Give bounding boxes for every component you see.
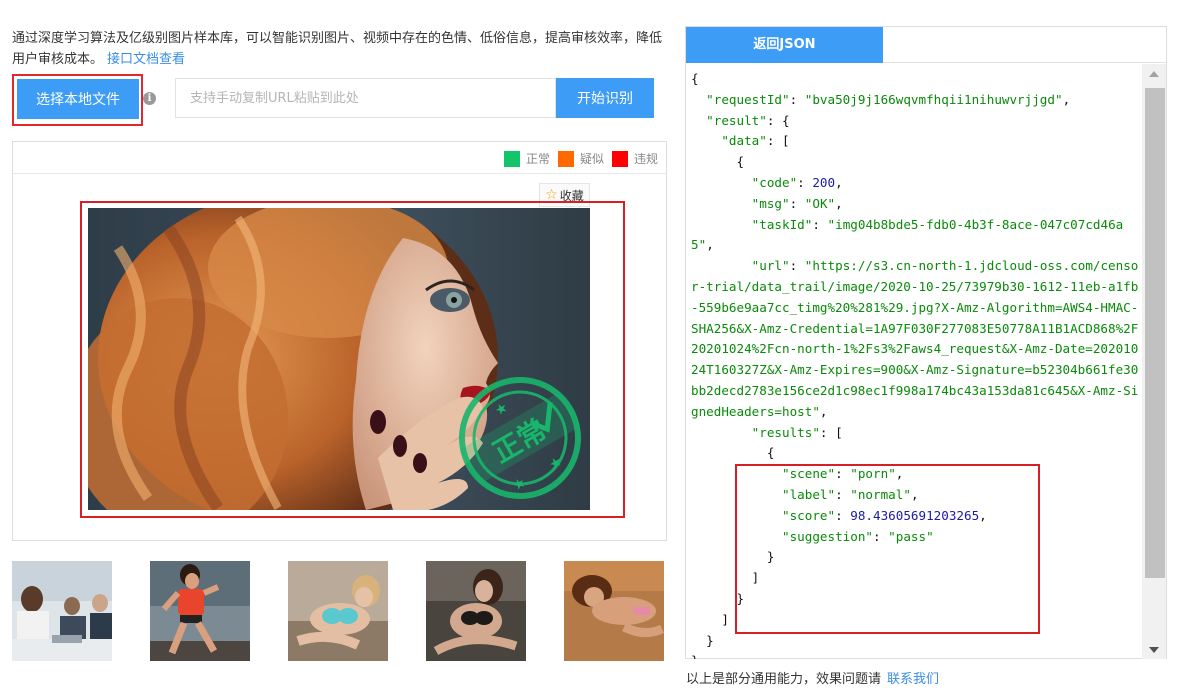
upload-row: 选择本地文件 i 开始识别 — [12, 74, 666, 126]
info-icon[interactable]: i — [143, 92, 156, 105]
legend-label-normal: 正常 — [525, 152, 550, 166]
thumbnail-lace[interactable] — [426, 561, 526, 661]
sand-woman-thumb — [564, 561, 664, 661]
scene-value: porn — [857, 466, 889, 482]
request-id-value: bva50j9j166wqvmfhqii1nihuwvrjjgd — [812, 91, 1055, 107]
tab-return-json[interactable]: 返回JSON — [686, 27, 883, 63]
label-value: normal — [857, 486, 904, 502]
lingerie-woman-thumb — [288, 561, 388, 661]
legend-swatch-suspect — [557, 150, 574, 167]
thumbnail-runner[interactable] — [150, 561, 250, 661]
json-scrollbar[interactable] — [1142, 64, 1166, 659]
footer-note: 以上是部分通用能力，效果问题请 联系我们 — [686, 668, 939, 687]
sample-thumbnails — [12, 561, 666, 661]
footer-text: 以上是部分通用能力，效果问题请 — [686, 672, 882, 687]
msg-value: OK — [812, 195, 828, 211]
scroll-up-arrow-icon[interactable] — [1142, 64, 1166, 82]
thumbnail-lingerie[interactable] — [288, 561, 388, 661]
json-tab-bar: 返回JSON — [686, 27, 1166, 63]
legend-swatch-normal — [503, 150, 520, 167]
result-image-frame: 正常 ★ ★ ★ — [80, 201, 625, 518]
url-value: https://s3.cn-north-1.jdcloud-oss.com/ce… — [691, 258, 1139, 419]
start-recognition-button[interactable]: 开始识别 — [556, 78, 654, 118]
select-file-highlight: 选择本地文件 — [12, 74, 143, 126]
scrollbar-thumb[interactable] — [1145, 88, 1165, 578]
thumbnail-sand[interactable] — [564, 561, 664, 661]
contact-us-link[interactable]: 联系我们 — [887, 672, 939, 687]
scroll-down-arrow-icon[interactable] — [1142, 641, 1166, 659]
api-docs-link[interactable]: 接口文档查看 — [107, 52, 185, 67]
running-woman-thumb — [150, 561, 250, 661]
portrait-image: 正常 ★ ★ ★ — [88, 208, 590, 510]
legend-label-violation: 违规 — [633, 152, 658, 166]
legend-swatch-violation — [611, 150, 628, 167]
json-output[interactable]: { "requestId": "bva50j9j166wqvmfhqii1nih… — [686, 64, 1143, 659]
image-preview-panel: 正常 疑似 违规 ☆ 收藏 正常 ★ ★ ★ — [12, 141, 667, 541]
select-local-file-button[interactable]: 选择本地文件 — [17, 79, 139, 119]
office-meeting-thumb — [12, 561, 112, 661]
score-value: 98.43605691203265 — [850, 507, 980, 523]
lace-lingerie-thumb — [426, 561, 526, 661]
json-result-panel: 返回JSON { "requestId": "bva50j9j166wqvmfh… — [685, 26, 1167, 659]
suggestion-value: pass — [895, 528, 927, 544]
preview-image: 正常 ★ ★ ★ — [88, 208, 590, 510]
legend-label-suspect: 疑似 — [579, 152, 604, 166]
url-input[interactable] — [175, 78, 556, 118]
intro-text: 通过深度学习算法及亿级别图片样本库，可以智能识别图片、视频中存在的色情、低俗信息… — [12, 28, 666, 70]
code-value: 200 — [812, 174, 836, 190]
legend-bar: 正常 疑似 违规 — [13, 142, 666, 174]
legend: 正常 疑似 违规 — [498, 150, 660, 167]
json-code: { "requestId": "bva50j9j166wqvmfhqii1nih… — [691, 71, 1139, 659]
thumbnail-office[interactable] — [12, 561, 112, 661]
